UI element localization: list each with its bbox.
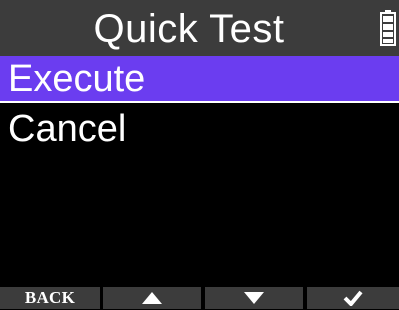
up-button[interactable]	[103, 287, 201, 309]
back-button-label: BACK	[24, 288, 76, 307]
menu-item-cancel[interactable]: Cancel	[0, 105, 399, 153]
back-button[interactable]: BACK	[0, 287, 100, 309]
page-title: Quick Test	[93, 7, 285, 51]
confirm-button[interactable]	[307, 287, 399, 309]
menu-item-execute[interactable]: Execute	[0, 56, 399, 103]
down-button[interactable]	[205, 287, 303, 309]
device-screen: Quick Test Execute Cancel BACK	[0, 0, 399, 309]
checkmark-icon	[343, 290, 363, 306]
triangle-down-icon	[244, 291, 264, 304]
triangle-up-icon	[142, 291, 162, 304]
function-key-bar: BACK	[0, 287, 399, 309]
title-bar: Quick Test	[0, 0, 399, 56]
battery-icon	[380, 10, 396, 46]
